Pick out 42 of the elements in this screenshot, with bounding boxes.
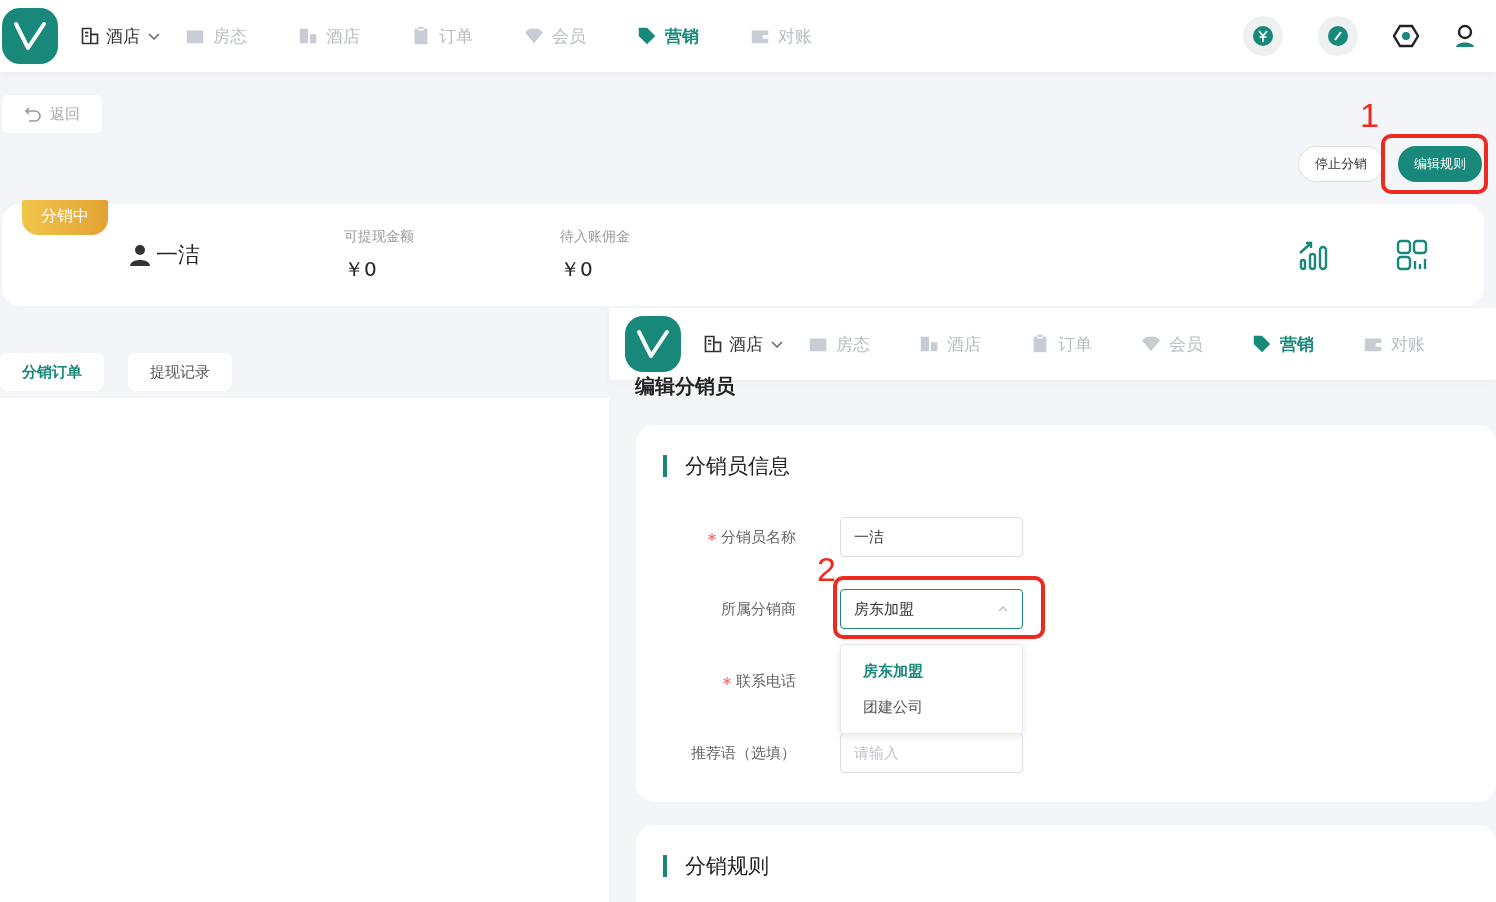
logo-icon[interactable] xyxy=(2,8,58,64)
annotation-number: 2 xyxy=(817,552,836,586)
back-button[interactable]: 返回 xyxy=(2,95,102,133)
action-button[interactable]: 停止分销 xyxy=(1298,145,1384,182)
annotation-number: 1 xyxy=(1360,98,1379,132)
person-icon xyxy=(128,243,152,267)
field-label: 分销员名称 xyxy=(721,527,796,547)
nav-tab[interactable]: 营销 xyxy=(636,24,699,48)
tag-icon xyxy=(636,25,658,47)
input-field[interactable]: 请输入 xyxy=(840,733,1023,773)
section-title: 分销员信息 xyxy=(663,455,1496,477)
hotel-select[interactable]: 酒店 xyxy=(703,332,785,356)
stat-value: ￥0 xyxy=(344,255,378,283)
back-arrow-icon xyxy=(24,105,42,123)
yen-coin-icon[interactable] xyxy=(1243,16,1283,56)
tab[interactable]: 提现记录 xyxy=(128,353,232,391)
settings-icon[interactable] xyxy=(1393,24,1419,48)
tag-icon xyxy=(1251,333,1273,355)
dropdown-option[interactable]: 团建公司 xyxy=(841,689,1022,725)
growth-chart-icon[interactable] xyxy=(1298,239,1330,271)
stat-value: ￥0 xyxy=(560,255,594,283)
field-label: 推荐语（选填） xyxy=(691,743,796,763)
stat-label: 可提现金额 xyxy=(344,227,415,246)
qr-code-icon[interactable] xyxy=(1396,239,1428,271)
user-icon[interactable] xyxy=(1454,24,1476,48)
tab[interactable]: 分销订单 xyxy=(0,353,104,391)
hotel-select[interactable]: 酒店 xyxy=(80,24,162,48)
logo-icon[interactable] xyxy=(625,316,681,372)
section-title: 分销规则 xyxy=(663,855,1496,877)
building-icon xyxy=(703,334,723,354)
status-badge: 分销中 xyxy=(22,200,108,235)
stat-label: 待入账佣金 xyxy=(560,227,631,246)
field-label: 所属分销商 xyxy=(721,599,796,619)
action-button[interactable]: 编辑规则 xyxy=(1398,145,1482,182)
page-title: 编辑分销员 xyxy=(634,376,736,396)
distributor-name: 一洁 xyxy=(156,241,200,269)
field-label: 联系电话 xyxy=(736,671,796,691)
building-icon xyxy=(80,26,100,46)
select-field[interactable]: 房东加盟 xyxy=(840,589,1023,629)
nav-tab[interactable]: 营销 xyxy=(1251,332,1314,356)
dropdown-option[interactable]: 房东加盟 xyxy=(841,653,1022,689)
input-field[interactable]: 一洁 xyxy=(840,517,1023,557)
